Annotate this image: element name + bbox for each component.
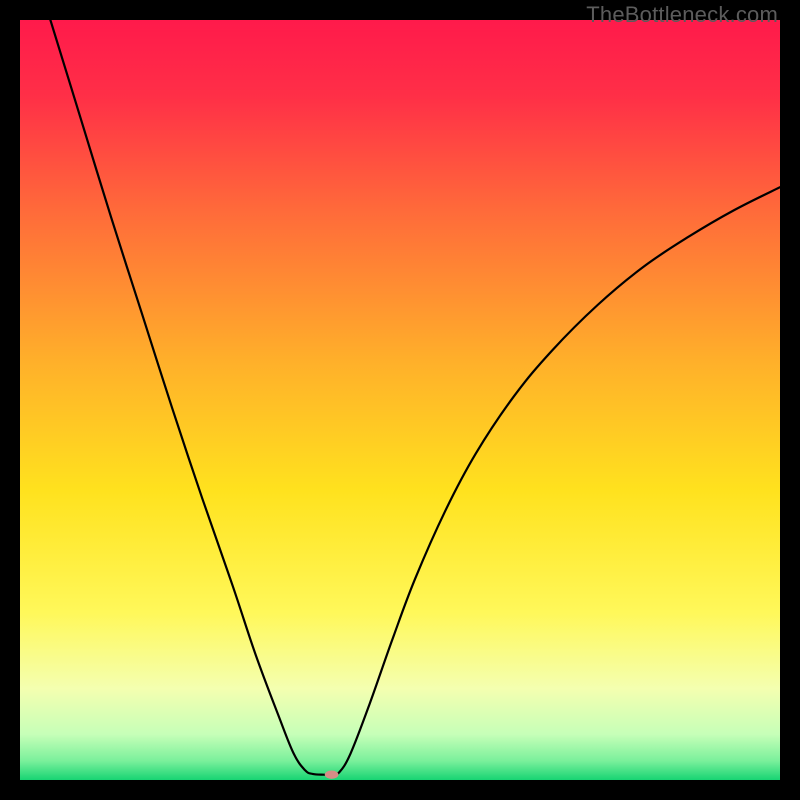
optimum-marker	[325, 771, 339, 779]
chart-marker	[325, 771, 339, 779]
bottleneck-chart	[20, 20, 780, 780]
plot-area	[20, 20, 780, 780]
chart-frame: TheBottleneck.com	[0, 0, 800, 800]
watermark-text: TheBottleneck.com	[586, 2, 778, 28]
plot-background	[20, 20, 780, 780]
